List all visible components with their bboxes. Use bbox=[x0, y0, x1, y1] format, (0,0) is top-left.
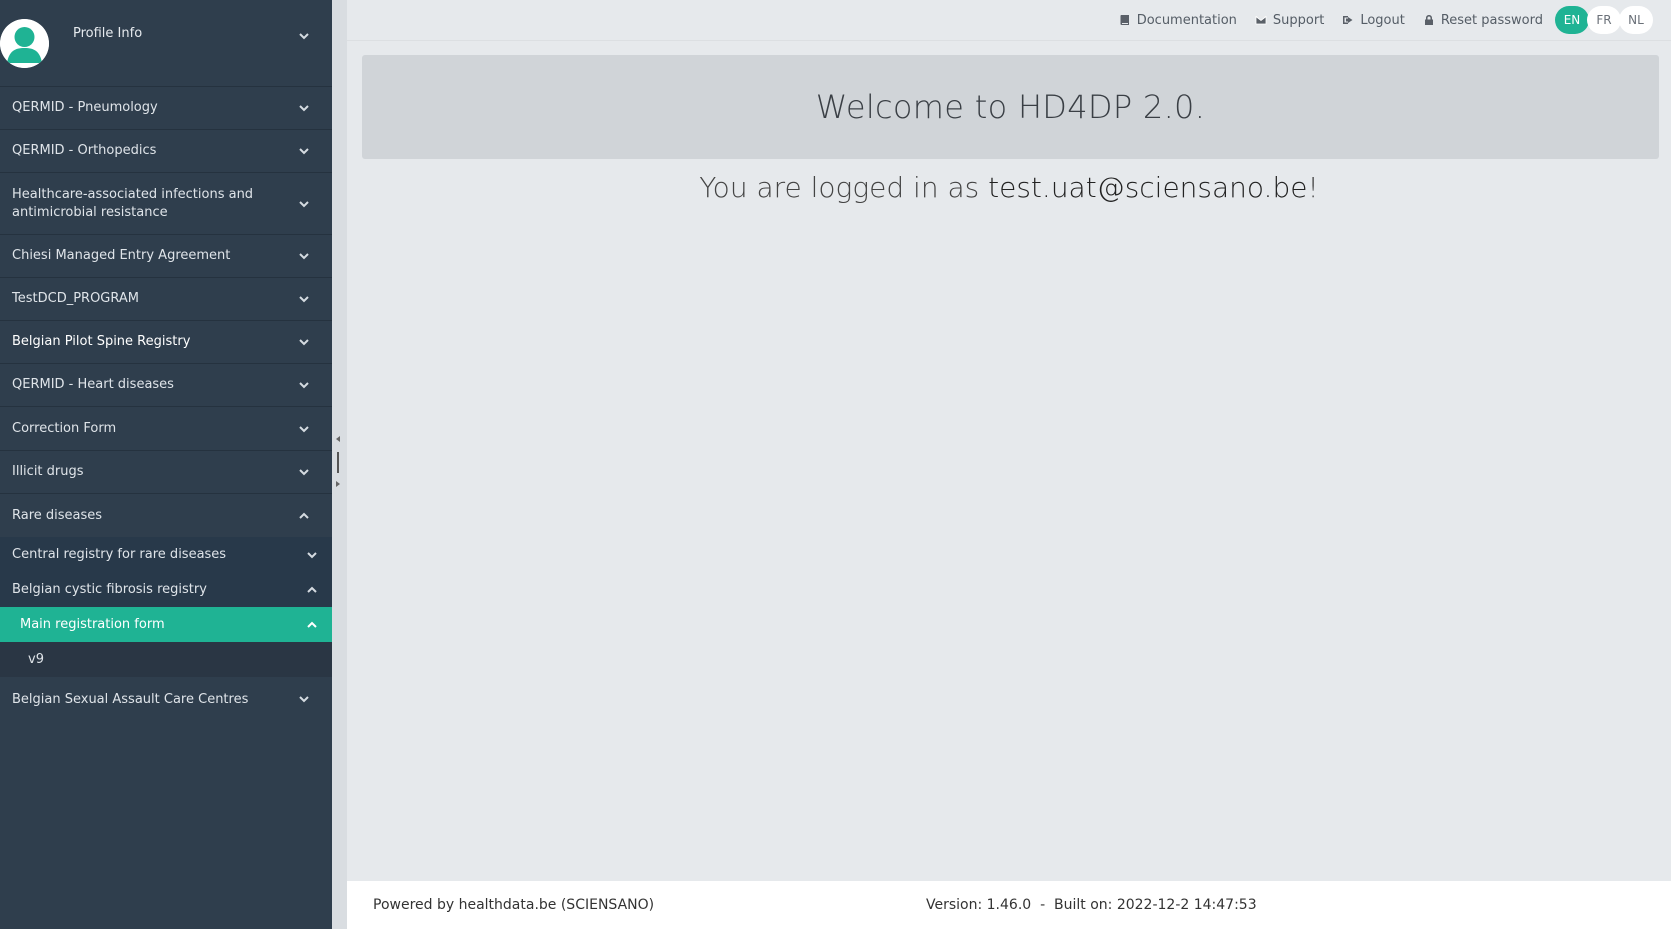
sidebar-item-label: Chiesi Managed Entry Agreement bbox=[12, 248, 231, 263]
sidebar-resize-handle[interactable] bbox=[332, 0, 347, 929]
chevron-down-icon bbox=[296, 100, 312, 116]
avatar-icon bbox=[0, 19, 49, 68]
documentation-link[interactable]: Documentation bbox=[1119, 13, 1237, 28]
sidebar-item-label: Healthcare-associated infections and ant… bbox=[12, 186, 254, 220]
chevron-down-icon bbox=[296, 464, 312, 480]
top-bar: Documentation Support Logout Reset passw… bbox=[347, 0, 1671, 41]
chevron-down-icon bbox=[296, 334, 312, 350]
lang-en-button[interactable]: EN bbox=[1555, 6, 1589, 34]
chevron-down-icon bbox=[296, 691, 312, 707]
sidebar-item-label: Belgian Pilot Spine Registry bbox=[12, 334, 191, 349]
logout-link[interactable]: Logout bbox=[1342, 13, 1405, 28]
sidebar-subitem-version-v9[interactable]: v9 bbox=[0, 642, 332, 677]
chevron-up-icon bbox=[304, 617, 320, 633]
sidebar-item-testdcd-program[interactable]: TestDCD_PROGRAM bbox=[0, 277, 332, 320]
envelope-icon bbox=[1255, 16, 1267, 25]
profile-header[interactable]: Profile Info bbox=[0, 0, 332, 86]
sidebar-subitem-cystic-fibrosis[interactable]: Belgian cystic fibrosis registry bbox=[0, 572, 332, 607]
sidebar-item-sexual-assault-care-centres[interactable]: Belgian Sexual Assault Care Centres bbox=[0, 677, 332, 721]
support-label: Support bbox=[1272, 12, 1325, 28]
welcome-title: Welcome to HD4DP 2.0. bbox=[815, 88, 1206, 126]
sidebar-item-qermid-heart-diseases[interactable]: QERMID - Heart diseases bbox=[0, 363, 332, 406]
collapse-left-icon[interactable] bbox=[336, 436, 340, 442]
footer: Powered by healthdata.be (SCIENSANO) Ver… bbox=[347, 881, 1671, 929]
language-switcher: EN FR NL bbox=[1555, 6, 1653, 34]
sidebar-item-label: Illicit drugs bbox=[12, 464, 84, 479]
sidebar: Profile Info QERMID - Pneumology QERMID -… bbox=[0, 0, 332, 929]
powered-by-text: Powered by healthdata.be (SCIENSANO) bbox=[373, 897, 655, 913]
sidebar-item-label: Belgian Sexual Assault Care Centres bbox=[12, 691, 249, 707]
sidebar-subitem-label: v9 bbox=[28, 652, 44, 667]
sidebar-item-label: QERMID - Heart diseases bbox=[12, 377, 174, 392]
support-link[interactable]: Support bbox=[1255, 13, 1324, 28]
sidebar-item-label: TestDCD_PROGRAM bbox=[12, 291, 139, 306]
sidebar-item-label: Correction Form bbox=[12, 420, 117, 436]
welcome-banner: Welcome to HD4DP 2.0. bbox=[362, 55, 1659, 159]
chevron-down-icon bbox=[296, 143, 312, 159]
sidebar-subitem-central-registry[interactable]: Central registry for rare diseases bbox=[0, 537, 332, 572]
lang-nl-button[interactable]: NL bbox=[1619, 6, 1653, 34]
sidebar-item-chiesi-managed-entry-agreement[interactable]: Chiesi Managed Entry Agreement bbox=[0, 234, 332, 277]
sidebar-item-qermid-pneumology[interactable]: QERMID - Pneumology bbox=[0, 86, 332, 129]
sign-out-icon bbox=[1343, 16, 1353, 24]
chevron-down-icon bbox=[296, 196, 312, 212]
version-text: Version: 1.46.0 - Built on: 2022-12-2 14… bbox=[926, 897, 1257, 913]
lang-fr-button[interactable]: FR bbox=[1587, 6, 1621, 34]
logged-in-prefix: You are logged in as bbox=[699, 171, 989, 204]
sidebar-item-label: QERMID - Pneumology bbox=[12, 100, 158, 115]
sidebar-subitem-main-registration-form[interactable]: Main registration form bbox=[0, 607, 332, 642]
logged-in-message: You are logged in as test.uat@sciensano.… bbox=[347, 171, 1671, 204]
documentation-label: Documentation bbox=[1136, 12, 1237, 28]
splitter-grip[interactable] bbox=[337, 452, 339, 473]
sidebar-item-label: Rare diseases bbox=[12, 507, 103, 523]
user-email: test.uat@sciensano.be bbox=[988, 171, 1308, 204]
logout-label: Logout bbox=[1360, 12, 1405, 28]
chevron-down-icon bbox=[304, 547, 320, 563]
chevron-up-icon bbox=[304, 582, 320, 598]
chevron-down-icon[interactable] bbox=[296, 28, 312, 44]
chevron-down-icon bbox=[296, 377, 312, 393]
sidebar-item-belgian-pilot-spine-registry[interactable]: Belgian Pilot Spine Registry bbox=[0, 320, 332, 363]
sidebar-item-label: QERMID - Orthopedics bbox=[12, 143, 157, 158]
chevron-down-icon bbox=[296, 421, 312, 437]
book-icon bbox=[1120, 15, 1129, 25]
reset-password-label: Reset password bbox=[1440, 12, 1543, 28]
sidebar-item-qermid-orthopedics[interactable]: QERMID - Orthopedics bbox=[0, 129, 332, 172]
sidebar-item-healthcare-associated-infections-and-antimicrobial-resistance[interactable]: Healthcare-associated infections and ant… bbox=[0, 172, 332, 234]
sidebar-subitem-label: Main registration form bbox=[20, 617, 165, 632]
chevron-down-icon bbox=[296, 291, 312, 307]
logged-in-suffix: ! bbox=[1307, 171, 1319, 204]
sidebar-item-rare-diseases[interactable]: Rare diseases bbox=[0, 493, 332, 537]
sidebar-item-correction-form[interactable]: Correction Form bbox=[0, 406, 332, 450]
expand-right-icon[interactable] bbox=[336, 481, 340, 487]
profile-info-label: Profile Info bbox=[73, 26, 143, 41]
chevron-down-icon bbox=[296, 248, 312, 264]
reset-password-link[interactable]: Reset password bbox=[1423, 13, 1543, 28]
chevron-up-icon bbox=[296, 508, 312, 524]
sidebar-subitem-label: Belgian cystic fibrosis registry bbox=[12, 582, 207, 597]
lock-icon bbox=[1424, 15, 1433, 25]
sidebar-item-illicit-drugs[interactable]: Illicit drugs bbox=[0, 450, 332, 493]
sidebar-subitem-label: Central registry for rare diseases bbox=[12, 547, 227, 562]
